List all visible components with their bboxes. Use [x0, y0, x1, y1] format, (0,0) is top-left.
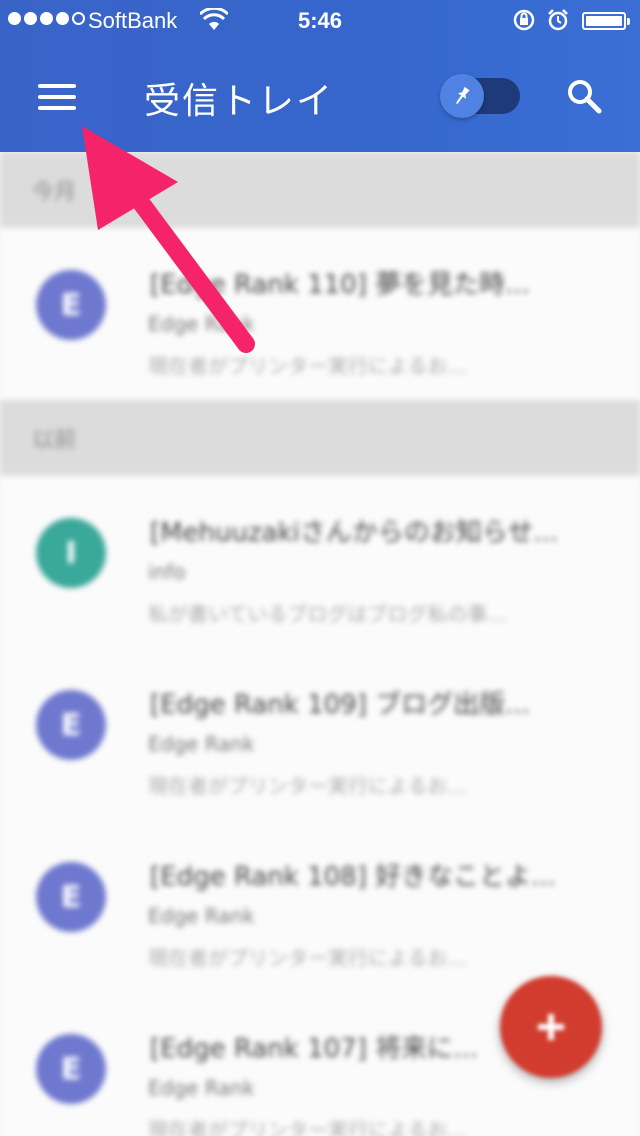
pin-toggle[interactable]	[440, 74, 520, 118]
pin-icon	[440, 74, 484, 118]
status-bar: SoftBank 5:46	[0, 0, 640, 40]
clock: 5:46	[297, 8, 343, 33]
compose-button[interactable]	[500, 976, 602, 1078]
section-header: 今月	[0, 152, 640, 228]
mail-snippet: 現在者がプリンター実行によるお...	[148, 774, 467, 798]
list-item[interactable]: E [Edge Rank 109] ブログ出版... Edge Rank 現在者がプリ…	[0, 648, 640, 820]
mail-sender: Edge Rank	[148, 1076, 255, 1100]
mail-subject: [Edge Rank 110] 夢を見た時...	[150, 270, 530, 300]
mail-snippet: 現在者がプリンター実行によるお...	[148, 946, 467, 970]
app-bar: 受信トレイ	[0, 40, 640, 152]
mail-subject: [Edge Rank 108] 好きなことよ...	[150, 862, 556, 892]
plus-icon	[538, 1014, 564, 1040]
list-item[interactable]: E [Edge Rank 108] 好きなことよ... Edge Rank 現在者がプ…	[0, 820, 640, 992]
mail-subject: [Edge Rank 109] ブログ出版...	[150, 690, 530, 720]
mail-sender: Edge Rank	[148, 312, 255, 336]
mail-snippet: 私が書いているブログはブログ私の事...	[148, 602, 507, 626]
section-label: 今月	[32, 180, 77, 205]
list-item[interactable]: E [Edge Rank 110] 夢を見た時... Edge Rank 現在者がプリ…	[0, 228, 640, 400]
avatar: E	[36, 690, 106, 760]
mail-snippet: 現在者がプリンター実行によるお...	[148, 354, 467, 378]
mail-sender: info	[148, 560, 186, 584]
page-title: 受信トレイ	[144, 81, 335, 122]
avatar: I	[36, 518, 106, 588]
top-bar: SoftBank 5:46 受信トレイ	[0, 0, 640, 152]
mail-sender: Edge Rank	[148, 904, 255, 928]
hamburger-menu-icon[interactable]	[38, 84, 76, 112]
avatar: E	[36, 862, 106, 932]
avatar: E	[36, 1034, 106, 1104]
list-item[interactable]: I [Mehuuzakiさんからのお知らせ... info 私が書いているブログはブロ…	[0, 476, 640, 648]
search-icon[interactable]	[566, 78, 602, 114]
avatar: E	[36, 270, 106, 340]
mail-snippet: 現在者がプリンター実行によるお...	[148, 1118, 467, 1136]
mail-subject: [Mehuuzakiさんからのお知らせ...	[150, 518, 559, 548]
battery-icon	[582, 12, 630, 30]
section-header: 以前	[0, 400, 640, 476]
alarm-icon	[548, 9, 568, 31]
section-label: 以前	[32, 428, 77, 453]
rotation-lock-icon	[513, 9, 535, 31]
mail-sender: Edge Rank	[148, 732, 255, 756]
